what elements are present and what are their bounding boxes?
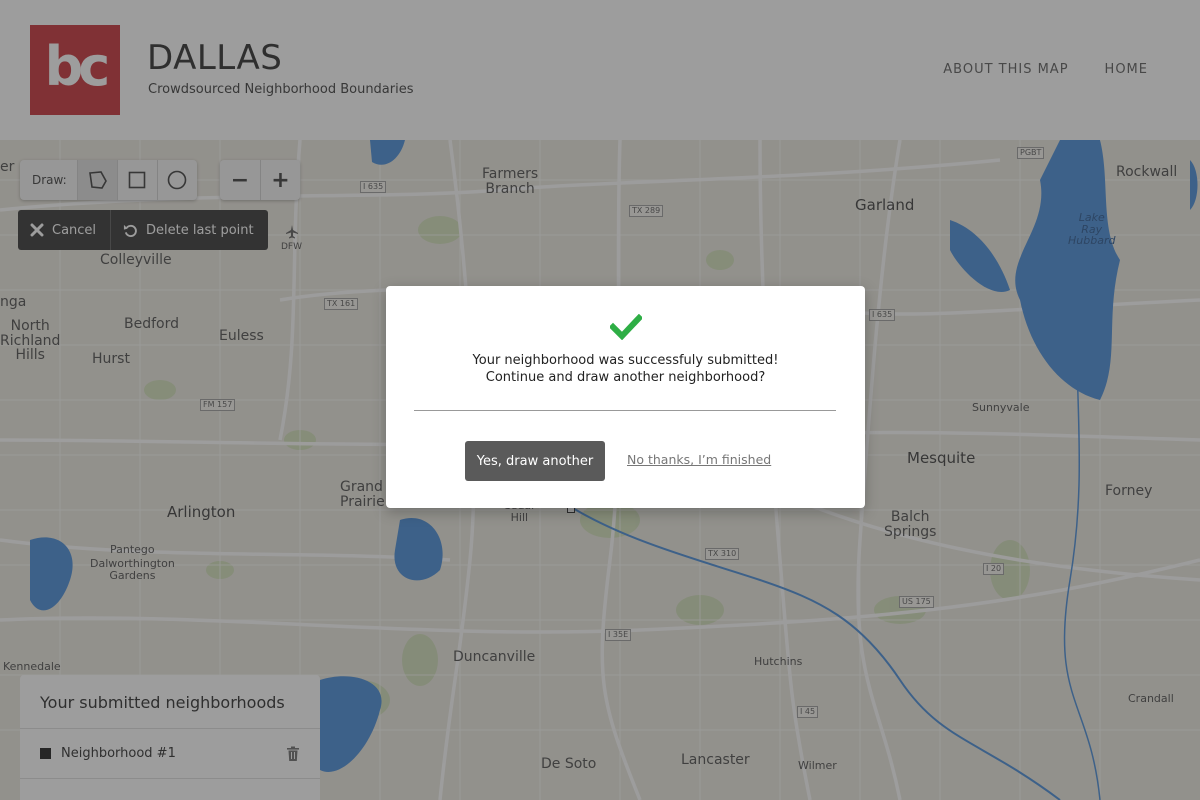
finished-link[interactable]: No thanks, I’m finished	[627, 452, 771, 467]
submission-success-dialog: Your neighborhood was successfuly submit…	[386, 286, 865, 508]
dialog-message-line-2: Continue and draw another neighborhood?	[485, 370, 766, 385]
dialog-message-line-1: Your neighborhood was successfuly submit…	[472, 353, 779, 368]
dialog-message: Your neighborhood was successfuly submit…	[386, 352, 865, 386]
draw-another-button[interactable]: Yes, draw another	[465, 441, 605, 481]
checkmark-icon	[610, 314, 642, 340]
dialog-divider	[414, 410, 836, 411]
